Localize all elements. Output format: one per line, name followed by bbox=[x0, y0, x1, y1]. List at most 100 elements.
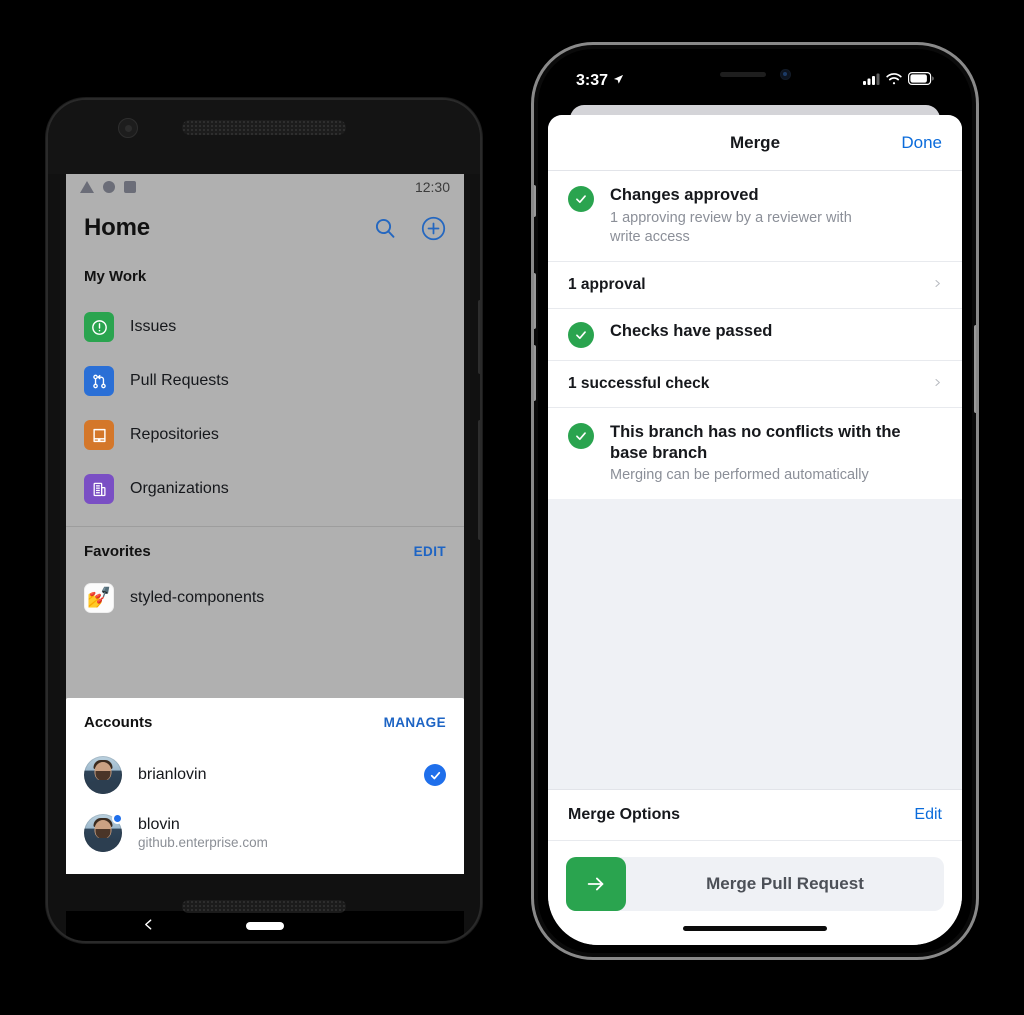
issue-opened-icon bbox=[84, 312, 114, 342]
iphone-screen: 3:37 Merge Done Changes approved 1 appro… bbox=[548, 59, 962, 945]
nail-polish-emoji-icon: 💅 bbox=[84, 583, 114, 613]
merge-checks-list: Changes approved 1 approving review by a… bbox=[548, 171, 962, 500]
check-circle-icon bbox=[568, 186, 594, 212]
accounts-title: Accounts bbox=[84, 713, 153, 731]
page-title: Home bbox=[84, 214, 150, 241]
arrow-right-icon bbox=[566, 857, 626, 911]
merge-check-text: Checks have passed bbox=[610, 321, 772, 342]
front-camera-icon bbox=[779, 68, 791, 80]
android-top-bezel bbox=[48, 100, 480, 174]
avatar-image bbox=[84, 756, 122, 794]
merge-button-area: Merge Pull Request bbox=[548, 841, 962, 911]
front-camera-icon bbox=[118, 118, 138, 138]
merge-options-title: Merge Options bbox=[568, 806, 681, 823]
accounts-manage-button[interactable]: MANAGE bbox=[384, 715, 446, 730]
sidebar-item-pull-requests[interactable]: Pull Requests bbox=[84, 354, 446, 408]
merge-check-text: This branch has no conflicts with the ba… bbox=[610, 422, 902, 485]
chevron-left-icon[interactable] bbox=[142, 916, 155, 937]
avatar-body bbox=[85, 780, 121, 794]
my-work-title: My Work bbox=[84, 267, 147, 285]
sidebar-item-issues[interactable]: Issues bbox=[84, 300, 446, 354]
check-icon bbox=[424, 764, 446, 786]
android-device-frame: 12:30 Home My Work Issues Pull Requests … bbox=[46, 98, 482, 943]
plus-circle-icon[interactable] bbox=[420, 215, 446, 241]
sidebar-item-organizations[interactable]: Organizations bbox=[84, 462, 446, 516]
android-power-button[interactable] bbox=[478, 420, 480, 540]
merge-check-title: Checks have passed bbox=[610, 321, 773, 340]
location-arrow-icon bbox=[613, 72, 624, 90]
merge-options-header: Merge Options Edit bbox=[548, 789, 962, 841]
organization-icon bbox=[84, 474, 114, 504]
favorites-edit-button[interactable]: EDIT bbox=[414, 544, 446, 559]
android-clock: 12:30 bbox=[414, 179, 450, 195]
my-work-header: My Work bbox=[84, 252, 446, 300]
search-icon[interactable] bbox=[372, 215, 398, 241]
accounts-header: Accounts MANAGE bbox=[84, 698, 446, 746]
list-item[interactable]: 💅 styled-components bbox=[84, 575, 446, 621]
cellular-bars-icon bbox=[863, 72, 880, 90]
check-circle-icon bbox=[568, 321, 594, 348]
battery-icon bbox=[908, 72, 934, 90]
sidebar-item-label: Issues bbox=[130, 318, 177, 335]
merge-check-changes-approved: Changes approved 1 approving review by a… bbox=[548, 171, 962, 261]
android-status-icons bbox=[80, 181, 136, 193]
sidebar-item-repositories[interactable]: Repositories bbox=[84, 408, 446, 462]
account-name: blovin bbox=[138, 816, 180, 833]
chevron-right-icon bbox=[933, 276, 942, 294]
sidebar-item-label: Organizations bbox=[130, 480, 229, 497]
merge-link-checks[interactable]: 1 successful check bbox=[548, 359, 962, 408]
check-circle-icon bbox=[568, 422, 594, 449]
done-button[interactable]: Done bbox=[901, 133, 942, 153]
repo-icon bbox=[84, 420, 114, 450]
merge-check-subtitle: 1 approving review by a reviewer with wr… bbox=[610, 209, 852, 245]
sheet-header: Merge Done bbox=[548, 115, 962, 171]
account-name: brianlovin bbox=[138, 766, 207, 783]
sidebar-item-label: Pull Requests bbox=[130, 372, 229, 389]
sheet-title: Merge bbox=[729, 132, 781, 152]
merge-check-no-conflicts: This branch has no conflicts with the ba… bbox=[548, 408, 962, 499]
earpiece-speaker bbox=[719, 71, 766, 77]
circle-icon bbox=[103, 181, 115, 193]
git-pull-request-icon bbox=[84, 366, 114, 396]
triangle-icon bbox=[80, 181, 94, 193]
iphone-device-frame: 3:37 Merge Done Changes approved 1 appro… bbox=[531, 42, 979, 960]
wifi-icon bbox=[886, 72, 902, 90]
account-text: brianlovin bbox=[138, 766, 408, 784]
merge-check-checks-passed: Checks have passed bbox=[548, 309, 962, 360]
account-row-brianlovin[interactable]: brianlovin bbox=[84, 746, 446, 804]
avatar-body bbox=[85, 838, 121, 852]
account-text: blovin github.enterprise.com bbox=[138, 816, 446, 850]
merge-check-subtitle: Merging can be performed automatically bbox=[610, 467, 869, 484]
android-volume-button[interactable] bbox=[478, 300, 480, 374]
favorites-title: Favorites bbox=[84, 542, 151, 560]
iphone-mute-switch[interactable] bbox=[534, 185, 536, 217]
notification-dot-icon bbox=[112, 813, 123, 824]
android-screen: 12:30 Home My Work Issues Pull Requests … bbox=[66, 174, 464, 874]
iphone-volume-up-button[interactable] bbox=[534, 273, 536, 329]
merge-button-label: Merge Pull Request bbox=[706, 874, 864, 893]
merge-check-text: Changes approved 1 approving review by a… bbox=[610, 185, 872, 247]
iphone-power-button[interactable] bbox=[974, 325, 976, 413]
home-pill[interactable] bbox=[246, 922, 284, 930]
merge-link-approvals[interactable]: 1 approval bbox=[548, 260, 962, 309]
avatar bbox=[84, 813, 123, 852]
home-bar bbox=[683, 925, 827, 931]
ios-clock: 3:37 bbox=[576, 72, 609, 89]
my-work-section: My Work Issues Pull Requests Repositorie… bbox=[66, 252, 464, 516]
merge-pull-request-button[interactable]: Merge Pull Request bbox=[566, 857, 944, 911]
merge-sheet: Merge Done Changes approved 1 approving … bbox=[548, 115, 962, 945]
merge-check-title: Changes approved bbox=[610, 186, 759, 204]
square-icon bbox=[124, 181, 136, 193]
ios-status-left: 3:37 bbox=[576, 72, 624, 90]
bottom-speaker-grille bbox=[182, 900, 346, 913]
accounts-panel: Accounts MANAGE brianlovin blovin github… bbox=[66, 698, 464, 874]
iphone-volume-down-button[interactable] bbox=[534, 345, 536, 401]
earpiece-speaker bbox=[182, 120, 346, 135]
merge-options-edit-button[interactable]: Edit bbox=[914, 806, 942, 824]
ios-home-indicator[interactable] bbox=[548, 911, 962, 945]
account-row-blovin[interactable]: blovin github.enterprise.com bbox=[84, 804, 446, 862]
sidebar-item-label: Repositories bbox=[130, 426, 219, 443]
iphone-notch bbox=[679, 59, 831, 89]
chevron-right-icon bbox=[933, 375, 942, 393]
android-navigation-bar bbox=[66, 911, 464, 941]
